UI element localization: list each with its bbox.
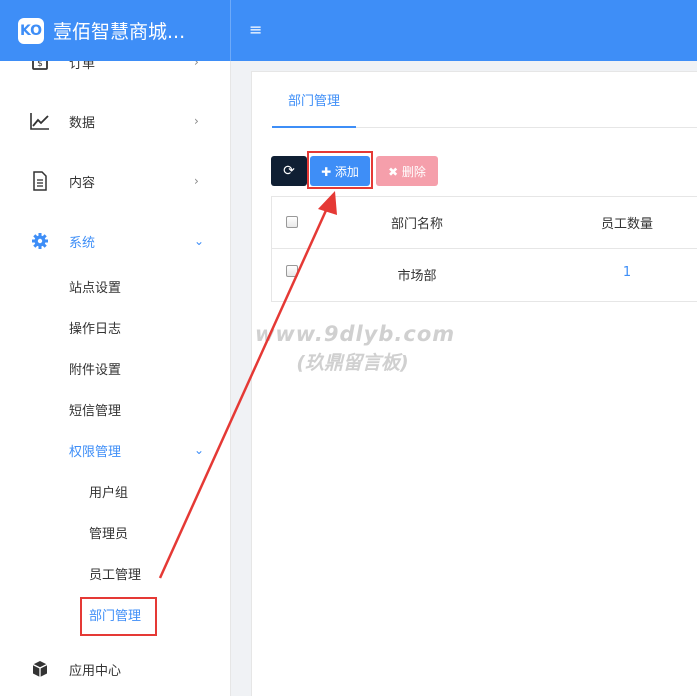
chevron-right-icon: › [194, 114, 199, 128]
sidebar-item-content[interactable]: 内容 › [0, 166, 230, 196]
sidebar-subitem-site-settings[interactable]: 站点设置 [0, 273, 230, 299]
select-all-checkbox[interactable] [286, 216, 298, 228]
chevron-down-icon: ⌄ [194, 443, 205, 457]
line-chart-icon [30, 111, 50, 131]
logo-icon: KO [18, 17, 44, 44]
delete-button[interactable]: ✖ 删除 [376, 156, 438, 186]
chevron-down-icon: ⌄ [194, 234, 205, 248]
gear-icon [30, 231, 50, 251]
sidebar-subitem-user-group[interactable]: 用户组 [0, 478, 230, 504]
sidebar-subitem-label: 站点设置 [69, 280, 122, 296]
annotation-highlight-box [80, 597, 157, 636]
sidebar-item-data[interactable]: 数据 › [0, 106, 230, 136]
table-row: 市场部 1 [272, 249, 697, 302]
sidebar-subitem-label: 附件设置 [69, 362, 122, 378]
cell-department-name: 市场部 [397, 269, 437, 284]
annotation-highlight-box [307, 151, 373, 189]
app-title: 壹佰智慧商城... [53, 21, 186, 43]
department-table: 部门名称 员工数量 市场部 1 [271, 196, 697, 302]
column-header-count: 员工数量 [600, 217, 653, 232]
sidebar-item-label: 内容 [69, 175, 96, 191]
sidebar-subitem-label: 管理员 [89, 526, 129, 542]
sidebar-item-label: 系统 [69, 235, 96, 251]
tab-department-management[interactable]: 部门管理 [272, 72, 356, 128]
sidebar-subitem-sms-management[interactable]: 短信管理 [0, 396, 230, 422]
sidebar-subitem-label: 员工管理 [89, 567, 142, 583]
sidebar-subitem-label: 权限管理 [69, 444, 122, 460]
column-header-name: 部门名称 [390, 217, 443, 232]
svg-text:$: $ [37, 61, 43, 69]
chevron-right-icon: › [194, 174, 199, 188]
document-icon [30, 171, 50, 191]
receipt-icon: $ [30, 61, 50, 72]
row-checkbox[interactable] [286, 265, 298, 277]
top-bar: KO 壹佰智慧商城... ≡ [0, 0, 697, 61]
chevron-right-icon: › [194, 61, 199, 69]
menu-toggle-icon[interactable]: ≡ [249, 21, 262, 39]
sidebar-subitem-operation-log[interactable]: 操作日志 [0, 314, 230, 340]
refresh-button[interactable]: ⟳ [271, 156, 307, 186]
cell-staff-count[interactable]: 1 [562, 265, 692, 280]
sidebar-subitem-label: 操作日志 [69, 321, 122, 337]
sidebar-subitem-staff-management[interactable]: 员工管理 [0, 560, 230, 586]
sidebar-subitem-attachment-settings[interactable]: 附件设置 [0, 355, 230, 381]
cube-icon [30, 659, 50, 679]
refresh-icon: ⟳ [283, 163, 295, 179]
main-panel: 部门管理 ⟳ ✚ 添加 ✖ 删除 部门名称 员工数量 市场部 1 [251, 71, 697, 696]
sidebar: $ 订单 › 数据 › 内容 › 系统 ⌄ 站点设置 操作日志 附件设置 短信管… [0, 61, 231, 696]
sidebar-subitem-label: 用户组 [89, 485, 129, 501]
sidebar-item-label: 数据 [69, 115, 96, 131]
sidebar-item-orders[interactable]: $ 订单 › [0, 61, 230, 77]
sidebar-item-app-center[interactable]: 应用中心 [0, 654, 230, 684]
sidebar-subitem-permission[interactable]: 权限管理 ⌄ [0, 437, 230, 463]
sidebar-subitem-administrators[interactable]: 管理员 [0, 519, 230, 545]
sidebar-item-label: 订单 [69, 61, 96, 72]
sidebar-item-system[interactable]: 系统 ⌄ [0, 226, 230, 256]
sidebar-subitem-label: 短信管理 [69, 403, 122, 419]
brand[interactable]: KO 壹佰智慧商城... [0, 0, 231, 61]
tab-bar: 部门管理 [272, 72, 697, 128]
sidebar-item-label: 应用中心 [69, 663, 122, 679]
table-header: 部门名称 员工数量 [272, 197, 697, 249]
